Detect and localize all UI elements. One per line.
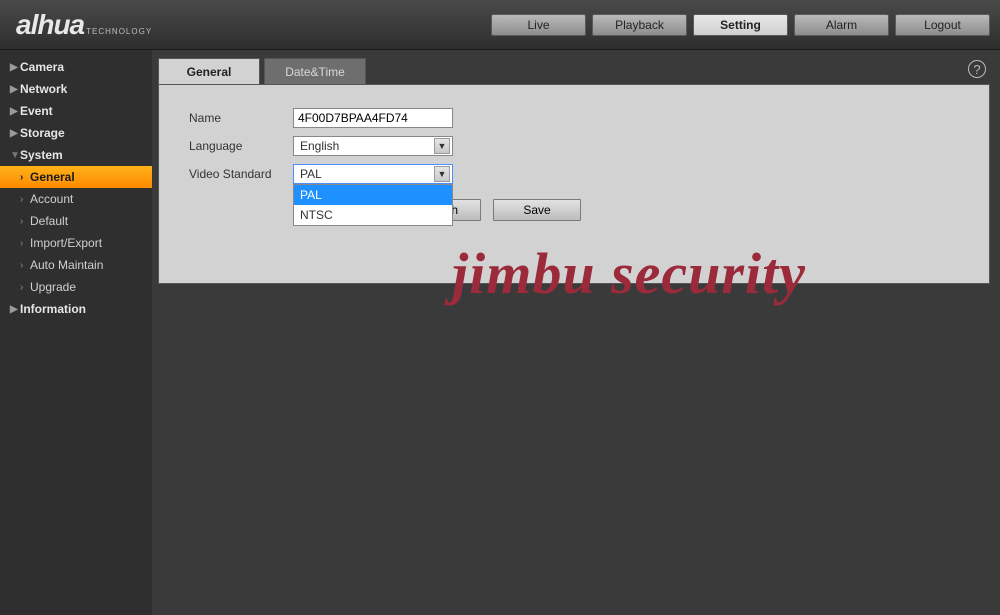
sidebar-section-label: Network	[20, 82, 67, 96]
chevron-right-icon: ›	[20, 260, 30, 271]
sidebar-section-system[interactable]: ▼ System	[0, 144, 152, 166]
video-standard-option-pal[interactable]: PAL	[294, 185, 452, 205]
header-bar: alhua TECHNOLOGY Live Playback Setting A…	[0, 0, 1000, 50]
chevron-right-icon: ›	[20, 216, 30, 227]
sidebar-section-camera[interactable]: ▶ Camera	[0, 56, 152, 78]
content-area: ? General Date&Time Name Language Englis…	[152, 50, 1000, 615]
top-nav-setting[interactable]: Setting	[693, 14, 788, 36]
help-icon[interactable]: ?	[968, 60, 986, 78]
settings-panel: Name Language English ▼ Video Standard P…	[158, 84, 990, 284]
sidebar-section-label: Event	[20, 104, 53, 118]
top-nav-logout[interactable]: Logout	[895, 14, 990, 36]
chevron-right-icon: ▶	[10, 84, 20, 95]
chevron-right-icon: ▶	[10, 304, 20, 315]
chevron-right-icon: ▶	[10, 106, 20, 117]
sidebar-item-upgrade[interactable]: › Upgrade	[0, 276, 152, 298]
main-area: ▶ Camera ▶ Network ▶ Event ▶ Storage ▼ S…	[0, 50, 1000, 615]
label-video-standard: Video Standard	[189, 167, 293, 181]
chevron-right-icon: ›	[20, 194, 30, 205]
row-language: Language English ▼	[189, 133, 959, 159]
sidebar-section-label: Camera	[20, 60, 64, 74]
chevron-down-icon: ▼	[10, 150, 20, 161]
chevron-right-icon: ›	[20, 172, 30, 183]
sidebar-item-label: Default	[30, 214, 68, 228]
sidebar-section-label: System	[20, 148, 63, 162]
sidebar-item-label: Upgrade	[30, 280, 76, 294]
video-standard-select-display[interactable]: PAL ▼	[293, 164, 453, 184]
sidebar-section-label: Information	[20, 302, 86, 316]
sidebar-item-general[interactable]: › General	[0, 166, 152, 188]
video-standard-select[interactable]: PAL ▼ PAL NTSC	[293, 164, 453, 184]
tab-strip: General Date&Time	[158, 56, 990, 84]
language-select[interactable]: English ▼	[293, 136, 453, 156]
video-standard-select-value: PAL	[300, 167, 322, 181]
brand-logo-subtext: TECHNOLOGY	[86, 27, 152, 36]
language-select-display[interactable]: English ▼	[293, 136, 453, 156]
sidebar-item-auto-maintain[interactable]: › Auto Maintain	[0, 254, 152, 276]
chevron-right-icon: ▶	[10, 128, 20, 139]
sidebar-item-label: Auto Maintain	[30, 258, 103, 272]
save-button[interactable]: Save	[493, 199, 581, 221]
sidebar-item-import-export[interactable]: › Import/Export	[0, 232, 152, 254]
sidebar-item-label: Account	[30, 192, 73, 206]
sidebar-section-information[interactable]: ▶ Information	[0, 298, 152, 320]
sidebar-item-label: Import/Export	[30, 236, 102, 250]
top-nav-alarm[interactable]: Alarm	[794, 14, 889, 36]
tab-date-time[interactable]: Date&Time	[264, 58, 366, 84]
chevron-right-icon: ›	[20, 238, 30, 249]
row-video-standard: Video Standard PAL ▼ PAL NTSC	[189, 161, 959, 187]
sidebar-section-storage[interactable]: ▶ Storage	[0, 122, 152, 144]
sidebar-item-label: General	[30, 170, 75, 184]
dropdown-arrow-icon[interactable]: ▼	[434, 166, 450, 182]
sidebar-section-network[interactable]: ▶ Network	[0, 78, 152, 100]
top-nav-playback[interactable]: Playback	[592, 14, 687, 36]
sidebar: ▶ Camera ▶ Network ▶ Event ▶ Storage ▼ S…	[0, 50, 152, 615]
label-language: Language	[189, 139, 293, 153]
sidebar-section-event[interactable]: ▶ Event	[0, 100, 152, 122]
label-name: Name	[189, 111, 293, 125]
row-name: Name	[189, 105, 959, 131]
brand-logo-text: alhua	[16, 9, 84, 41]
tab-general[interactable]: General	[158, 58, 260, 84]
language-select-value: English	[300, 139, 339, 153]
dropdown-arrow-icon[interactable]: ▼	[434, 138, 450, 154]
sidebar-item-default[interactable]: › Default	[0, 210, 152, 232]
video-standard-option-ntsc[interactable]: NTSC	[294, 205, 452, 225]
top-nav: Live Playback Setting Alarm Logout	[491, 14, 990, 36]
sidebar-section-label: Storage	[20, 126, 65, 140]
chevron-right-icon: ▶	[10, 62, 20, 73]
brand-logo: alhua TECHNOLOGY	[10, 9, 152, 41]
name-input[interactable]	[293, 108, 453, 128]
video-standard-dropdown: PAL NTSC	[293, 184, 453, 226]
chevron-right-icon: ›	[20, 282, 30, 293]
sidebar-item-account[interactable]: › Account	[0, 188, 152, 210]
top-nav-live[interactable]: Live	[491, 14, 586, 36]
